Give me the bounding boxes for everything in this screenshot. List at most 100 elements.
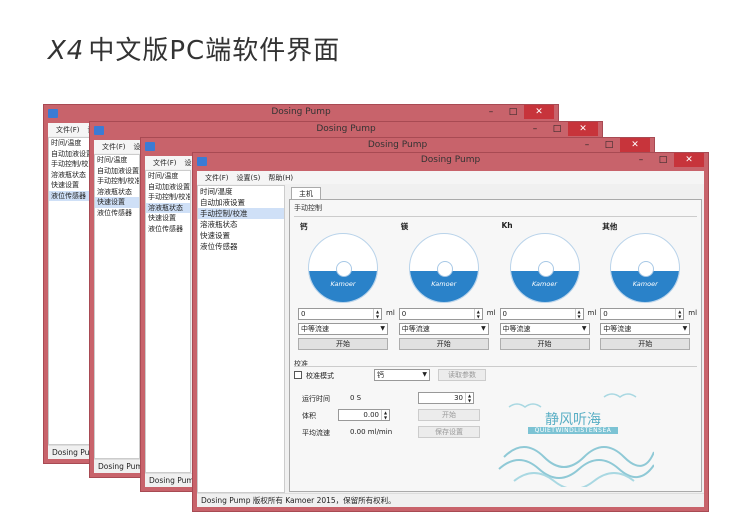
run-time-input[interactable]: 30 ▲ ▼ — [418, 392, 474, 404]
unit-label: ml — [486, 309, 496, 317]
calibration-pump-select[interactable]: 钙 ▼ — [374, 369, 430, 381]
chevron-down-icon: ▼ — [682, 325, 688, 332]
pump-name: 镁 — [400, 222, 409, 231]
start-button[interactable]: 开始 — [600, 338, 691, 350]
nav-item-manual[interactable]: 手动控制/校准 — [146, 192, 190, 203]
nav-item-auto[interactable]: 自动加液设置 — [146, 182, 190, 193]
title-bar[interactable]: Dosing Pump – □ ✕ — [193, 153, 708, 171]
start-button[interactable]: 开始 — [499, 338, 590, 350]
unit-label: ml — [688, 309, 698, 317]
nav-item-manual[interactable]: 手动控制/校准 — [198, 208, 284, 219]
nav-item-bottle[interactable]: 溶液瓶状态 — [95, 187, 139, 198]
pump-card: 钙 Kamoer 0 ▲ ▼ ml 中等流速 ▼ 开始 — [294, 217, 395, 350]
maximize-icon[interactable]: □ — [546, 122, 568, 136]
nav-item-time[interactable]: 时间/温度 — [49, 138, 93, 149]
save-settings-button[interactable]: 保存设置 — [418, 426, 480, 438]
close-icon[interactable]: ✕ — [568, 122, 598, 136]
speed-select[interactable]: 中等流速 ▼ — [298, 323, 388, 335]
menu-file[interactable]: 文件(F) — [102, 142, 126, 152]
menu-file[interactable]: 文件(F) — [205, 173, 229, 183]
spinner-arrows-icon[interactable]: ▲ ▼ — [465, 393, 473, 403]
nav-item-level[interactable]: 液位传感器 — [95, 208, 139, 219]
nav-item-bottle[interactable]: 溶液瓶状态 — [198, 219, 284, 230]
nav-item-quick[interactable]: 快速设置 — [146, 213, 190, 224]
avg-flow-label: 平均流速 — [302, 429, 330, 437]
pump-name: Kh — [501, 221, 513, 230]
menu-file[interactable]: 文件(F) — [56, 125, 80, 135]
pump-card: Kh Kamoer 0 ▲ ▼ ml 中等流速 ▼ 开始 — [496, 217, 597, 350]
minimize-icon[interactable]: – — [576, 138, 598, 152]
volume-start-button[interactable]: 开始 — [418, 409, 480, 421]
pump-level-disc: Kamoer — [509, 233, 580, 303]
calibration-mode-checkbox[interactable] — [294, 371, 302, 379]
volume-input[interactable]: 0 ▲ ▼ — [499, 308, 584, 320]
speed-select[interactable]: 中等流速 ▼ — [499, 323, 590, 335]
spinner-arrows-icon[interactable]: ▲ ▼ — [473, 309, 482, 319]
volume-input[interactable]: 0 ▲ ▼ — [600, 308, 685, 320]
nav-item-manual[interactable]: 手动控制/校准 — [95, 176, 139, 187]
chevron-down-icon: ▼ — [380, 325, 385, 332]
volume-input[interactable]: 0 ▲ ▼ — [298, 308, 382, 320]
speed-select[interactable]: 中等流速 ▼ — [600, 323, 691, 335]
close-icon[interactable]: ✕ — [620, 138, 650, 152]
nav-item-quick[interactable]: 快速设置 — [198, 230, 284, 241]
minimize-icon[interactable]: – — [524, 122, 546, 136]
nav-item-auto[interactable]: 自动加液设置 — [49, 149, 93, 160]
manual-control-title: 手动控制 — [294, 204, 322, 212]
nav-item-quick[interactable]: 快速设置 — [49, 180, 93, 191]
nav-item-auto[interactable]: 自动加液设置 — [95, 166, 139, 177]
pump-level-disc: Kamoer — [308, 233, 378, 303]
disc-brand: Kamoer — [431, 280, 457, 288]
headline-model: X4 — [48, 36, 85, 66]
nav-item-auto[interactable]: 自动加液设置 — [198, 197, 284, 208]
tab-panel: 手动控制 钙 Kamoer 0 ▲ ▼ ml 中等流速 ▼ 开始 镁 Kamoe… — [289, 199, 702, 492]
maximize-icon[interactable]: □ — [652, 153, 674, 167]
start-button[interactable]: 开始 — [298, 338, 388, 350]
pump-name: 其他 — [602, 222, 618, 231]
main-window: Dosing Pump – □ ✕ 文件(F) 设置(S) 帮助(H) 时间/温… — [192, 152, 709, 512]
nav-item-time[interactable]: 时间/温度 — [146, 171, 190, 182]
volume-input[interactable]: 0 ▲ ▼ — [398, 308, 483, 320]
nav-item-bottle[interactable]: 溶液瓶状态 — [146, 202, 190, 213]
spinner-arrows-icon[interactable]: ▲ ▼ — [373, 309, 381, 319]
volume-input[interactable]: 0.00 ▲ ▼ — [338, 409, 390, 421]
menu-help[interactable]: 帮助(H) — [268, 173, 293, 183]
unit-label: ml — [587, 309, 597, 317]
nav-item-bottle[interactable]: 溶液瓶状态 — [49, 170, 93, 181]
nav-list: 时间/温度 自动加液设置 手动控制/校准 溶液瓶状态 快速设置 液位传感器 — [145, 170, 191, 473]
spinner-arrows-icon[interactable]: ▲ ▼ — [675, 309, 683, 319]
nav-item-time[interactable]: 时间/温度 — [198, 186, 284, 197]
wave-icon — [498, 393, 655, 490]
nav-item-level[interactable]: 液位传感器 — [198, 241, 284, 252]
nav-item-manual[interactable]: 手动控制/校准 — [49, 159, 93, 170]
nav-item-quick[interactable]: 快速设置 — [95, 197, 139, 208]
close-icon[interactable]: ✕ — [524, 105, 554, 119]
status-bar: Dosing Pump 版权所有 Kamoer 2015，保留所有权利。 — [197, 493, 704, 507]
menu-settings[interactable]: 设置(S) — [237, 173, 261, 183]
spinner-arrows-icon[interactable]: ▲ ▼ — [574, 309, 583, 319]
minimize-icon[interactable]: – — [630, 153, 652, 167]
nav-item-level[interactable]: 液位传感器 — [146, 224, 190, 235]
start-button[interactable]: 开始 — [398, 338, 489, 350]
nav-item-time[interactable]: 时间/温度 — [95, 155, 139, 166]
calibration-mode-label: 校准模式 — [306, 372, 334, 380]
maximize-icon[interactable]: □ — [598, 138, 620, 152]
pump-group: 钙 Kamoer 0 ▲ ▼ ml 中等流速 ▼ 开始 镁 Kamoer 0 ▲… — [294, 216, 698, 350]
read-params-button[interactable]: 读取参数 — [438, 369, 486, 381]
disc-brand: Kamoer — [632, 280, 658, 288]
avg-flow-value: 0.00 ml/min — [350, 428, 393, 436]
minimize-icon[interactable]: – — [480, 105, 502, 119]
pump-level-disc: Kamoer — [408, 233, 479, 303]
close-icon[interactable]: ✕ — [674, 153, 704, 167]
nav-list: 时间/温度 自动加液设置 手动控制/校准 溶液瓶状态 快速设置 液位传感器 — [197, 185, 285, 493]
volume-label: 体积 — [302, 412, 316, 420]
page-headline: X4 中文版PC端软件界面 — [48, 30, 340, 67]
speed-select[interactable]: 中等流速 ▼ — [398, 323, 489, 335]
nav-item-level[interactable]: 液位传感器 — [49, 190, 93, 201]
menu-file[interactable]: 文件(F) — [153, 158, 177, 168]
maximize-icon[interactable]: □ — [502, 105, 524, 119]
pump-level-disc: Kamoer — [610, 233, 681, 303]
main-area: 主机 手动控制 钙 Kamoer 0 ▲ ▼ ml 中等流速 ▼ 开始 镁 Ka… — [289, 185, 702, 492]
spinner-arrows-icon[interactable]: ▲ ▼ — [381, 410, 389, 420]
run-time-label: 运行时间 — [302, 395, 330, 403]
